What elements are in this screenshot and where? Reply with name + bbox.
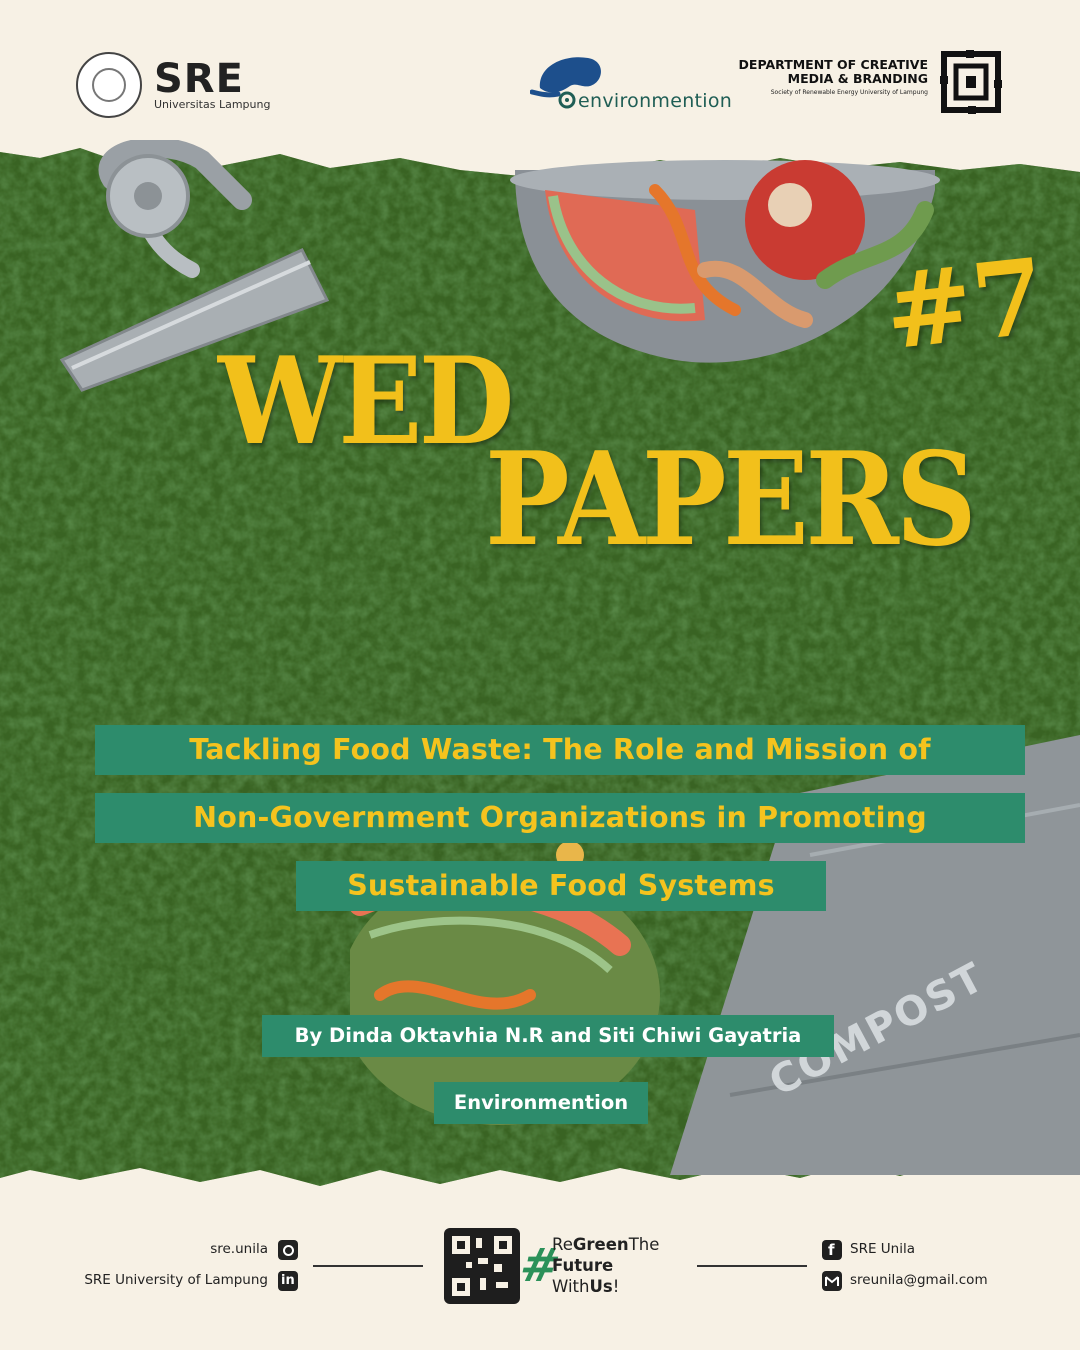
footer-divider-right <box>697 1265 807 1267</box>
department-subtitle: Society of Renewable Energy University o… <box>770 89 928 96</box>
issue-number: #7 <box>879 234 1051 374</box>
university-seal-icon <box>76 52 142 118</box>
headline-line-2: Non-Government Organizations in Promotin… <box>95 793 1025 843</box>
slogan-green: Green <box>572 1235 629 1254</box>
slogan-with: With <box>552 1277 590 1296</box>
linkedin-handle: SRE University of Lampung <box>84 1272 268 1288</box>
linkedin-icon[interactable]: in <box>278 1271 298 1291</box>
department-emblem-icon <box>940 50 1002 114</box>
category-badge: Environmention <box>434 1082 648 1124</box>
qr-code[interactable] <box>444 1228 520 1304</box>
title-papers: PAPERS <box>485 425 977 575</box>
slogan-future: Future <box>552 1256 614 1275</box>
instagram-handle: sre.unila <box>210 1241 268 1257</box>
headline-line-3: Sustainable Food Systems <box>296 861 826 911</box>
department-logo-group: DEPARTMENT OF CREATIVE MEDIA & BRANDING … <box>732 50 1002 118</box>
headline-line-1: Tackling Food Waste: The Role and Missio… <box>95 725 1025 775</box>
sre-logo: SRE Universitas Lampung <box>154 55 271 111</box>
sre-logo-group: SRE Universitas Lampung <box>76 52 270 118</box>
sre-logo-subtitle: Universitas Lampung <box>154 97 271 111</box>
byline: By Dinda Oktavhia N.R and Siti Chiwi Gay… <box>262 1015 834 1057</box>
instagram-icon[interactable] <box>278 1240 298 1260</box>
title-wed: WED <box>218 331 515 472</box>
email-icon[interactable] <box>822 1271 842 1291</box>
department-title: DEPARTMENT OF CREATIVE MEDIA & BRANDING <box>738 57 928 86</box>
sre-logo-text: SRE <box>154 55 244 102</box>
slogan: ReGreenThe Future WithUs! <box>552 1234 659 1297</box>
slogan-re: Re <box>552 1235 573 1254</box>
facebook-icon[interactable]: f <box>822 1240 842 1260</box>
poster: SRE Universitas Lampung environmention D… <box>0 0 1080 1350</box>
slogan-us: Us <box>589 1277 613 1296</box>
slogan-exclaim: ! <box>612 1277 620 1296</box>
environmention-logo: environmention <box>530 52 733 112</box>
footer-divider-left <box>313 1265 423 1267</box>
environmention-wordmark: environmention <box>578 90 733 112</box>
facebook-handle: SRE Unila <box>850 1241 915 1257</box>
slogan-the: The <box>628 1235 660 1254</box>
email-address: sreunila@gmail.com <box>850 1272 988 1288</box>
